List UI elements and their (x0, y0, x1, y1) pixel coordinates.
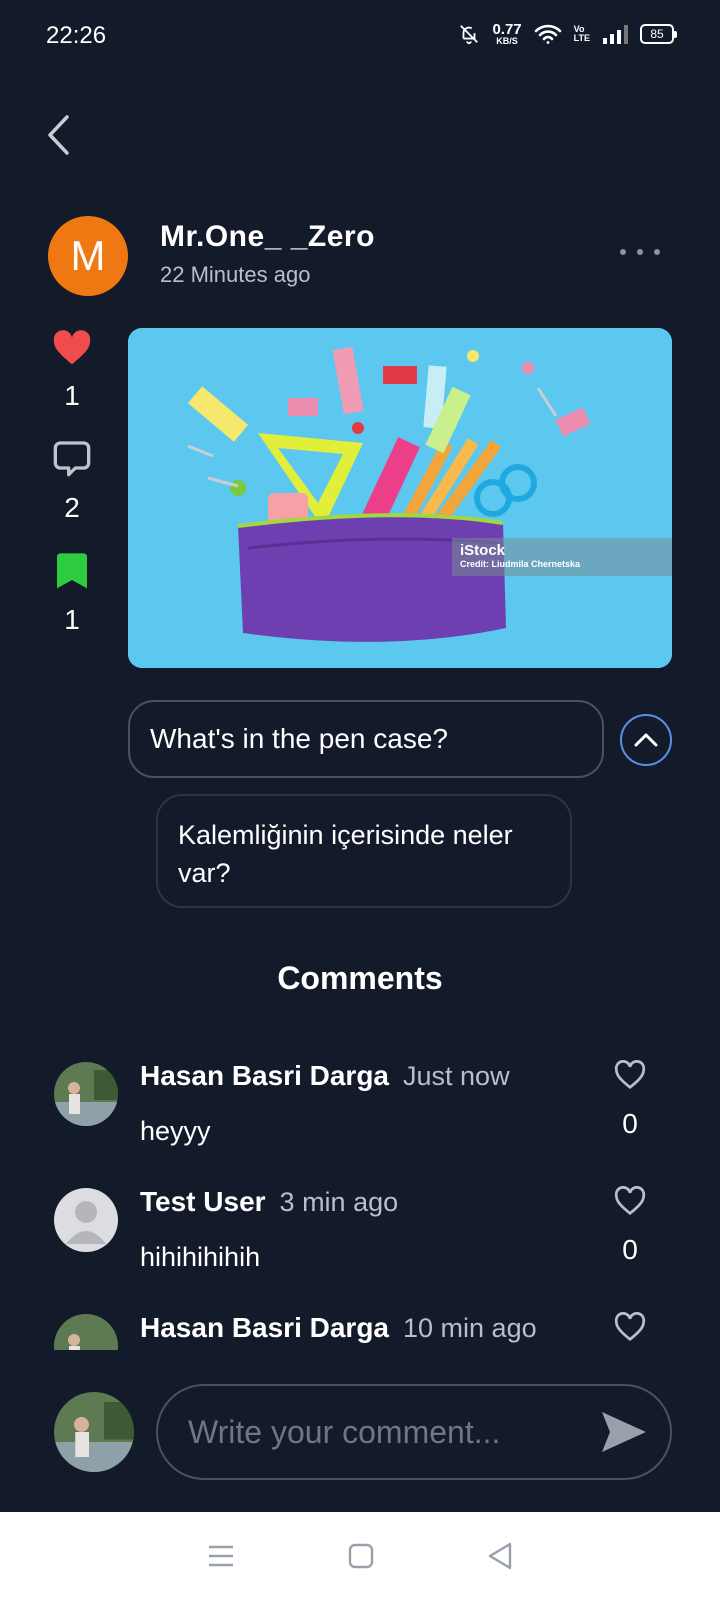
comment-like-button[interactable]: 0 (608, 1060, 652, 1140)
signal-icon (603, 25, 628, 44)
more-options-button[interactable] (620, 242, 660, 262)
volte-icon: Vo LTE (573, 24, 590, 43)
status-icons: 0.77 KB/S Vo LTE 85 (458, 21, 677, 46)
status-time: 22:26 (46, 22, 107, 49)
heart-filled-icon (53, 330, 91, 365)
heart-outline-icon (614, 1060, 646, 1090)
author-username[interactable]: Mr.One_ _Zero (160, 220, 375, 254)
like-count: 1 (64, 380, 80, 411)
send-button[interactable] (598, 1406, 650, 1458)
mute-bell-icon (460, 25, 479, 45)
save-count: 1 (64, 604, 80, 635)
comment-time: 3 min ago (279, 1187, 399, 1217)
bookmark-filled-icon (57, 553, 87, 589)
comments-title: Comments (277, 960, 443, 996)
network-speed: 0.77 KB/S (492, 21, 522, 46)
back-triangle-icon[interactable] (487, 1542, 513, 1570)
chat-bubble-icon (53, 441, 91, 477)
commenter-avatar[interactable] (54, 1062, 118, 1126)
system-nav-bar (0, 1512, 720, 1600)
commenter-name[interactable]: Hasan Basri Darga 10 min ago (140, 1312, 537, 1344)
comment-time: Just now (403, 1061, 510, 1091)
post-detail-screen: 22:26 0.77 KB/S Vo LTE 85 M Mr.One_ _Zer… (0, 0, 720, 1600)
post-question[interactable]: What's in the pen case? (128, 700, 604, 778)
comment-time: 10 min ago (403, 1313, 537, 1343)
comment-item: Hasan Basri Darga Just now heyyy 0 (54, 1060, 674, 1160)
comment-item: Test User 3 min ago hihihihihih 0 (54, 1186, 674, 1286)
like-action[interactable]: 1 (36, 330, 108, 412)
menu-icon[interactable] (207, 1544, 235, 1568)
pen-case-illustration (128, 328, 672, 668)
commenter-avatar[interactable] (54, 1188, 118, 1252)
post-actions: 1 2 1 (36, 330, 108, 662)
comment-text: hihihihihih (140, 1242, 261, 1272)
collapse-translation-button[interactable] (620, 714, 672, 766)
post-time: 22 Minutes ago (160, 262, 311, 287)
save-action[interactable]: 1 (36, 550, 108, 636)
comments-list[interactable]: Hasan Basri Darga Just now heyyy 0 Test U… (0, 1060, 720, 1350)
comment-like-button[interactable] (608, 1312, 652, 1342)
chevron-up-icon (634, 733, 658, 747)
comment-like-count: 0 (622, 1234, 638, 1265)
comment-text: heyyy (140, 1116, 211, 1146)
post-image[interactable]: iStock Credit: Liudmila Chernetska (128, 328, 672, 668)
back-button[interactable] (38, 110, 78, 160)
heart-outline-icon (614, 1312, 646, 1342)
battery-icon: 85 (640, 24, 677, 44)
comment-action[interactable]: 2 (36, 438, 108, 524)
comment-like-button[interactable]: 0 (608, 1186, 652, 1266)
comment-item: Hasan Basri Darga 10 min ago (54, 1312, 674, 1350)
comment-like-count: 0 (622, 1108, 638, 1139)
status-bar: 22:26 0.77 KB/S Vo LTE 85 (0, 0, 720, 72)
heart-outline-icon (614, 1186, 646, 1216)
current-user-avatar (54, 1392, 134, 1472)
image-watermark: iStock Credit: Liudmila Chernetska (452, 538, 672, 576)
comment-input[interactable]: Write your comment... (156, 1384, 672, 1480)
commenter-name[interactable]: Test User 3 min ago (140, 1186, 398, 1218)
question-translation: Kalemliğinin içerisinde neler var? (156, 794, 572, 908)
commenter-name[interactable]: Hasan Basri Darga Just now (140, 1060, 510, 1092)
commenter-avatar[interactable] (54, 1314, 118, 1350)
send-icon (602, 1412, 646, 1452)
chevron-left-icon (48, 115, 69, 155)
comment-count: 2 (64, 492, 80, 523)
author-avatar[interactable]: M (48, 216, 128, 296)
wifi-icon (534, 24, 561, 44)
home-icon[interactable] (348, 1543, 374, 1569)
